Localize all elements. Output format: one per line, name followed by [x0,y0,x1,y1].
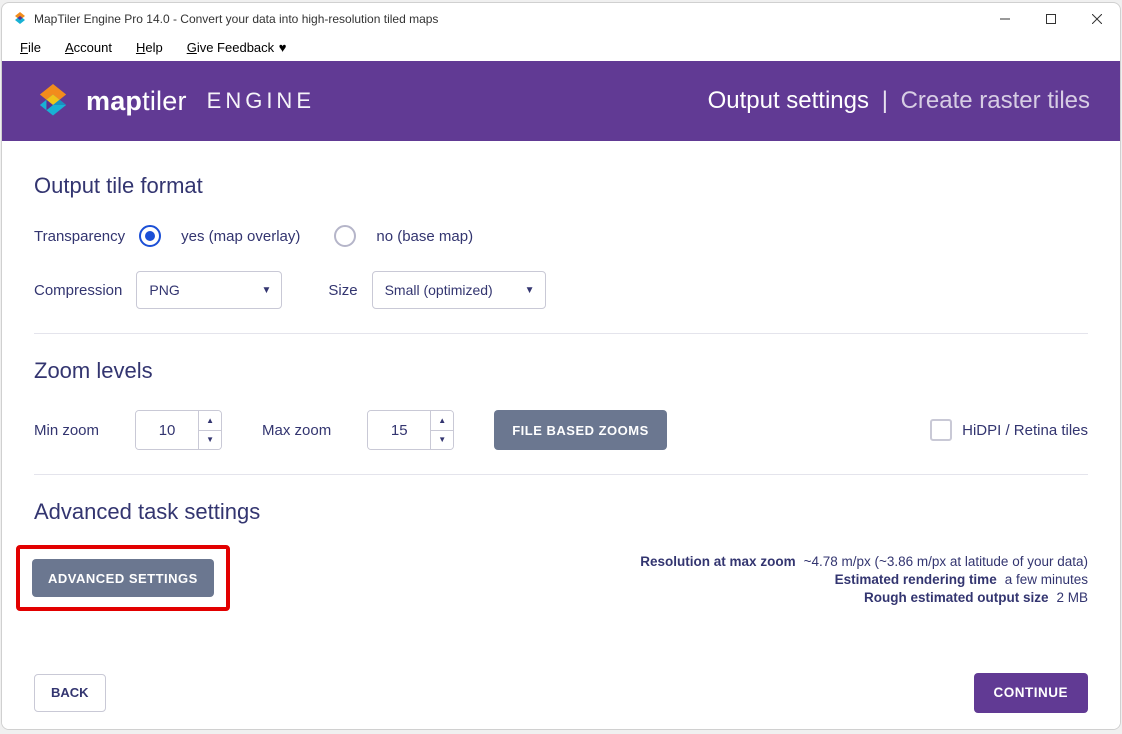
info-block: Resolution at max zoom ~4.78 m/px (~3.86 … [640,551,1088,608]
caret-down-icon: ▼ [249,285,271,296]
max-zoom-down[interactable]: ▼ [431,431,453,450]
advanced-row: ADVANCED SETTINGS Resolution at max zoom… [34,551,1088,617]
banner-breadcrumb: Output settings | Create raster tiles [708,87,1090,115]
breadcrumb-current: Output settings [708,87,869,114]
hidpi-label[interactable]: HiDPI / Retina tiles [962,422,1088,439]
compression-value: PNG [149,282,179,298]
close-icon [1092,14,1102,24]
window-controls [982,3,1120,35]
max-zoom-label: Max zoom [262,422,331,439]
max-zoom-spinner: ▲ ▼ [367,410,454,450]
section-title-advanced: Advanced task settings [34,499,1088,525]
radio-no[interactable] [334,225,356,247]
advanced-settings-button[interactable]: ADVANCED SETTINGS [32,559,214,597]
maximize-button[interactable] [1028,3,1074,35]
minimize-button[interactable] [982,3,1028,35]
transparency-label: Transparency [34,228,125,245]
menu-feedback[interactable]: Give Feedback ♥ [177,38,301,57]
compression-row: Compression PNG ▼ Size Small (optimized)… [34,271,1088,309]
window-title: MapTiler Engine Pro 14.0 - Convert your … [34,12,982,26]
app-icon [12,11,28,27]
continue-button[interactable]: CONTINUE [974,673,1089,713]
info-time-val: a few minutes [1005,572,1088,587]
min-zoom-label: Min zoom [34,422,99,439]
max-zoom-up[interactable]: ▲ [431,411,453,431]
transparency-radio-group: yes (map overlay) no (base map) [139,225,493,247]
size-select[interactable]: Small (optimized) ▼ [372,271,546,309]
hidpi-group: HiDPI / Retina tiles [930,419,1088,441]
info-size-key: Rough estimated output size [864,590,1049,605]
radio-no-label[interactable]: no (base map) [376,228,473,245]
min-zoom-spinner: ▲ ▼ [135,410,222,450]
minimize-icon [1000,14,1010,24]
radio-yes[interactable] [139,225,161,247]
logo-icon [32,80,74,122]
transparency-row: Transparency yes (map overlay) no (base … [34,225,1088,247]
info-resolution-val: ~4.78 m/px (~3.86 m/px at latitude of yo… [804,554,1088,569]
breadcrumb-tail: Create raster tiles [901,87,1090,114]
brand-wordmark: maptiler [86,86,187,117]
divider [34,474,1088,475]
content-area: Output tile format Transparency yes (map… [2,141,1120,655]
min-zoom-down[interactable]: ▼ [199,431,221,450]
info-size-val: 2 MB [1056,590,1088,605]
footer: BACK CONTINUE [2,655,1120,729]
min-zoom-up[interactable]: ▲ [199,411,221,431]
banner: maptiler ENGINE Output settings | Create… [2,61,1120,141]
titlebar: MapTiler Engine Pro 14.0 - Convert your … [2,3,1120,35]
radio-yes-label[interactable]: yes (map overlay) [181,228,300,245]
compression-select[interactable]: PNG ▼ [136,271,282,309]
info-time-key: Estimated rendering time [835,572,997,587]
size-value: Small (optimized) [385,282,493,298]
highlight-advanced-settings: ADVANCED SETTINGS [16,545,230,611]
section-title-zoom: Zoom levels [34,358,1088,384]
caret-down-icon: ▼ [513,285,535,296]
brand-engine: ENGINE [207,88,315,114]
menubar: File Account Help Give Feedback ♥ [2,35,1120,61]
zoom-row: Min zoom ▲ ▼ Max zoom ▲ ▼ FILE BASED ZOO… [34,410,1088,450]
close-button[interactable] [1074,3,1120,35]
brand-logo: maptiler ENGINE [32,80,315,122]
divider [34,333,1088,334]
section-title-format: Output tile format [34,173,1088,199]
file-based-zooms-button[interactable]: FILE BASED ZOOMS [494,410,667,450]
back-button[interactable]: BACK [34,674,106,712]
menu-help[interactable]: Help [126,38,177,57]
hidpi-checkbox[interactable] [930,419,952,441]
menu-account[interactable]: Account [55,38,126,57]
menu-file[interactable]: File [10,38,55,57]
app-window: MapTiler Engine Pro 14.0 - Convert your … [1,2,1121,730]
info-resolution-key: Resolution at max zoom [640,554,795,569]
min-zoom-input[interactable] [136,411,198,449]
maximize-icon [1046,14,1056,24]
size-label: Size [328,282,357,299]
compression-label: Compression [34,282,122,299]
max-zoom-input[interactable] [368,411,430,449]
